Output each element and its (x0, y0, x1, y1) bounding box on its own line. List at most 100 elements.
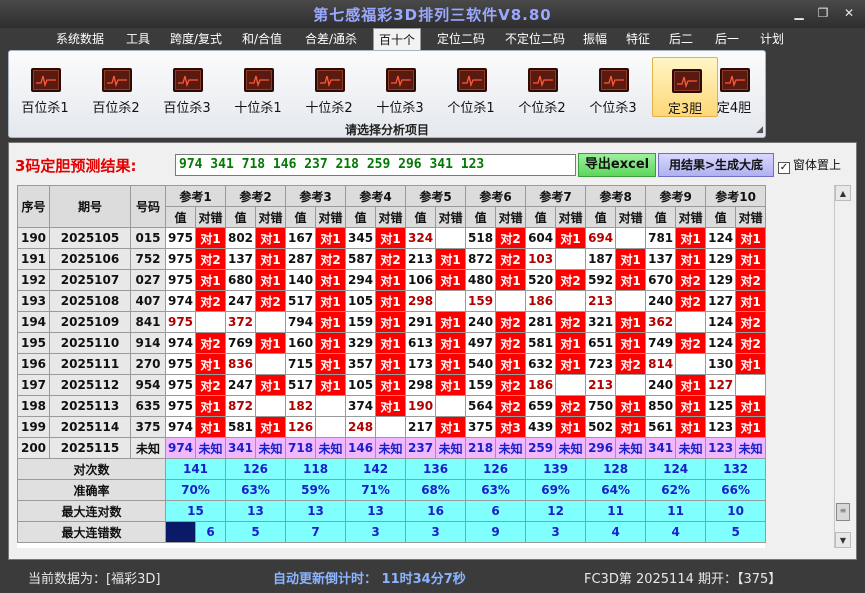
menu-item-12[interactable]: 计划 (757, 28, 787, 50)
seq-cell: 196 (17, 353, 50, 375)
group-header[interactable]: 参考10 (705, 185, 767, 207)
export-excel-button[interactable]: 导出excel (578, 153, 656, 177)
ribbon-button-6[interactable]: 个位杀1 (438, 57, 504, 117)
maximize-icon[interactable]: ❐ (814, 6, 832, 20)
generate-base-button[interactable]: 用结果>生成大底 (658, 153, 774, 177)
menu-item-2[interactable]: 跨度/复式 (168, 28, 224, 50)
result-field[interactable]: 974 341 718 146 237 218 259 296 341 123 (175, 154, 576, 176)
seq-cell: 198 (17, 395, 50, 417)
menu-item-8[interactable]: 振幅 (580, 28, 610, 50)
window-topmost-checkbox[interactable]: ✓ 窗体置上 (778, 156, 841, 174)
ribbon-button-3[interactable]: 十位杀1 (225, 57, 291, 117)
column-header[interactable]: 期号 (49, 185, 131, 228)
close-icon[interactable]: ✕ (840, 6, 858, 20)
value-cell: 127 (705, 374, 737, 396)
table-row[interactable]: 190 2025105 015 975 对1 802 对1 167 对1 345 对1 324 518 对… (17, 227, 767, 249)
scroll-thumb[interactable]: ≡ (836, 503, 850, 521)
table-row[interactable]: 196 2025111 270 975 对1 836 715 对1 357 对1 173 对1 540 对… (17, 353, 767, 375)
value-cell: 125 (705, 395, 737, 417)
result-header[interactable]: 对错 (675, 206, 707, 228)
result-cell: 对1 (675, 374, 707, 396)
table-row[interactable]: 194 2025109 841 975 372 794 对1 159 对1 291 对1 240 对2 2… (17, 311, 767, 333)
result-header[interactable]: 对错 (375, 206, 407, 228)
number-cell: 752 (130, 248, 166, 270)
value-cell: 213 (585, 374, 617, 396)
column-header[interactable]: 号码 (130, 185, 166, 228)
group-header[interactable]: 参考4 (345, 185, 407, 207)
menu-item-6[interactable]: 定位二码 (433, 28, 489, 50)
result-header[interactable]: 对错 (735, 206, 767, 228)
value-cell: 975 (165, 269, 196, 291)
selected-cell[interactable] (165, 521, 196, 543)
table-row[interactable]: 199 2025114 375 974 对1 581 对1 126 248 217 对1 375 对3 4… (17, 416, 767, 438)
group-header[interactable]: 参考3 (285, 185, 347, 207)
result-cell: 对1 (255, 416, 287, 438)
group-header[interactable]: 参考7 (525, 185, 587, 207)
table-row[interactable]: 192 2025107 027 975 对1 680 对1 140 对1 294 对1 106 对1 48… (17, 269, 767, 291)
group-header[interactable]: 参考5 (405, 185, 467, 207)
table-row[interactable]: 195 2025110 914 974 对2 769 对1 160 对1 329 对1 613 对1 49… (17, 332, 767, 354)
group-header[interactable]: 参考6 (465, 185, 527, 207)
result-header[interactable]: 对错 (495, 206, 527, 228)
value-header[interactable]: 值 (345, 206, 377, 228)
menu-item-5[interactable]: 百十个 (373, 28, 421, 50)
ribbon-expand-icon[interactable]: ◢ (756, 125, 763, 135)
value-header[interactable]: 值 (585, 206, 617, 228)
ribbon-button-1[interactable]: 百位杀2 (83, 57, 149, 117)
menu-item-9[interactable]: 特征 (623, 28, 653, 50)
value-header[interactable]: 值 (405, 206, 437, 228)
stats-value: 12 (525, 500, 587, 522)
minimize-icon[interactable]: ▁ (790, 6, 808, 20)
menu-item-3[interactable]: 和/合值 (240, 28, 284, 50)
menu-item-10[interactable]: 后二 (666, 28, 696, 50)
value-header[interactable]: 值 (285, 206, 317, 228)
value-header[interactable]: 值 (645, 206, 677, 228)
value-cell: 296 (585, 437, 617, 459)
number-cell: 未知 (130, 437, 166, 459)
result-cell: 对2 (615, 353, 647, 375)
ribbon-button-2[interactable]: 百位杀3 (154, 57, 220, 117)
result-header[interactable]: 对错 (315, 206, 347, 228)
menu-item-0[interactable]: 系统数据 (56, 28, 104, 50)
ribbon-button-7[interactable]: 个位杀2 (509, 57, 575, 117)
vertical-scrollbar[interactable]: ▲ ≡ ▼ (834, 185, 851, 548)
scroll-up-icon[interactable]: ▲ (835, 185, 851, 201)
result-header[interactable]: 对错 (615, 206, 647, 228)
table-row[interactable]: 198 2025113 635 975 对1 872 182 374 对1 190 564 对2 659… (17, 395, 767, 417)
ribbon-button-5[interactable]: 十位杀3 (367, 57, 433, 117)
result-cell (435, 395, 467, 417)
result-header[interactable]: 对错 (255, 206, 287, 228)
ribbon-button-10[interactable]: 定4胆 (706, 57, 762, 117)
menu-item-1[interactable]: 工具 (123, 28, 153, 50)
group-header[interactable]: 参考8 (585, 185, 647, 207)
menu-item-7[interactable]: 不定位二码 (501, 28, 569, 50)
menu-item-4[interactable]: 合差/通杀 (303, 28, 359, 50)
result-cell (315, 395, 347, 417)
value-header[interactable]: 值 (525, 206, 557, 228)
result-header[interactable]: 对错 (435, 206, 467, 228)
group-header[interactable]: 参考2 (225, 185, 287, 207)
table-row[interactable]: 197 2025112 954 975 对2 247 对1 517 对1 105 对1 298 对1 15… (17, 374, 767, 396)
table-row[interactable]: 191 2025106 752 975 对2 137 对1 287 对2 587 对2 213 对1 87… (17, 248, 767, 270)
result-header[interactable]: 对错 (555, 206, 587, 228)
group-header[interactable]: 参考9 (645, 185, 707, 207)
column-header[interactable]: 序号 (17, 185, 50, 228)
value-header[interactable]: 值 (165, 206, 196, 228)
result-header[interactable]: 对错 (194, 206, 227, 228)
value-header[interactable]: 值 (225, 206, 257, 228)
checkbox-box[interactable]: ✓ (778, 162, 790, 174)
table-row[interactable]: 193 2025108 407 974 对2 247 对2 517 对1 105 对1 298 159 1… (17, 290, 767, 312)
ribbon-button-8[interactable]: 个位杀3 (580, 57, 646, 117)
menu-item-11[interactable]: 后一 (712, 28, 742, 50)
stats-label: 最大连错数 (17, 521, 166, 543)
ribbon-button-0[interactable]: 百位杀1 (12, 57, 78, 117)
scroll-down-icon[interactable]: ▼ (835, 532, 851, 548)
ribbon-button-4[interactable]: 十位杀2 (296, 57, 362, 117)
value-header[interactable]: 值 (705, 206, 737, 228)
issue-cell: 2025105 (49, 227, 131, 249)
group-header[interactable]: 参考1 (164, 185, 227, 207)
value-cell: 247 (225, 290, 257, 312)
value-header[interactable]: 值 (465, 206, 497, 228)
result-cell: 对1 (615, 269, 647, 291)
current-issue-row[interactable]: 200 2025115 未知 974 未知 341 未知 718 未知 146 未知 237 未知 218… (17, 437, 767, 459)
